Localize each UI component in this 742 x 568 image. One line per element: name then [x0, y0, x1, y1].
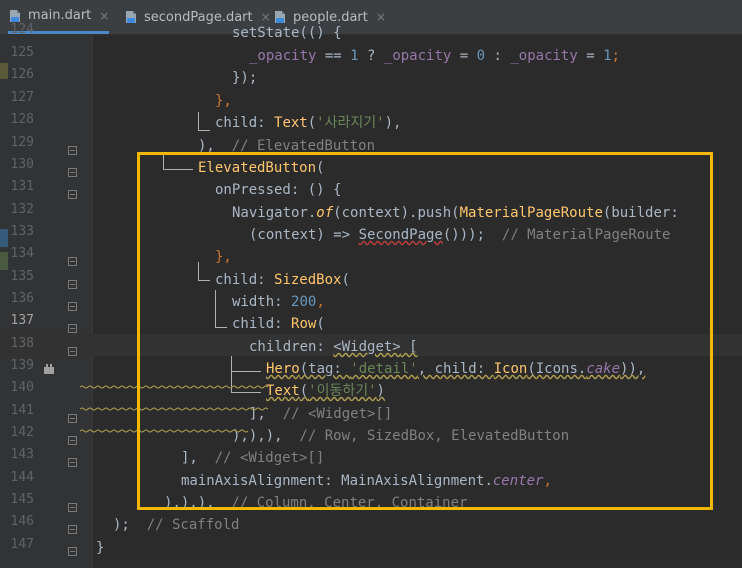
left-tool-strip: [0, 35, 8, 568]
line-number: 126: [10, 67, 34, 82]
line-number: 132: [10, 202, 34, 217]
code-line-147[interactable]: }: [96, 537, 104, 559]
code-line-127[interactable]: },: [215, 90, 232, 112]
indent-guide: [198, 130, 210, 131]
fold-marker-icon[interactable]: [68, 296, 77, 311]
line-number: 127: [10, 90, 34, 105]
strip-marker: [0, 63, 8, 79]
gutter-separator: [92, 35, 93, 568]
strip-marker: [0, 252, 8, 270]
code-line-146[interactable]: ); // Scaffold: [113, 514, 239, 536]
strip-marker: [0, 229, 8, 247]
close-icon[interactable]: ×: [99, 9, 109, 23]
line-number: 135: [10, 269, 34, 284]
editor-tab-bar: main.dart × secondPage.dart × people.dar…: [0, 0, 742, 35]
fold-marker-icon[interactable]: [68, 162, 77, 177]
fold-marker-icon[interactable]: [68, 519, 77, 534]
line-number: 128: [10, 112, 34, 127]
line-number: 139: [10, 358, 34, 373]
line-number: 133: [10, 224, 34, 239]
line-number: 145: [10, 492, 34, 507]
fold-marker-icon[interactable]: [68, 452, 77, 467]
dart-file-icon: [124, 10, 138, 24]
line-number: 147: [10, 537, 34, 552]
line-number: 140: [10, 380, 34, 395]
line-number: 146: [10, 514, 34, 529]
line-number: 141: [10, 403, 34, 418]
line-number: 130: [10, 157, 34, 172]
highlight-annotation-box: [137, 152, 713, 510]
close-icon[interactable]: ×: [376, 10, 386, 24]
line-number-current: 137: [10, 313, 34, 328]
code-line-126[interactable]: });: [232, 67, 257, 89]
line-number: 131: [10, 179, 34, 194]
line-number: 129: [10, 135, 34, 150]
code-line-128[interactable]: child: Text('사라지기'),: [215, 112, 401, 134]
line-number: 143: [10, 447, 34, 462]
line-number: 138: [10, 336, 34, 351]
fold-marker-icon[interactable]: [68, 497, 77, 512]
indent-guide: [198, 112, 199, 130]
line-number: 136: [10, 291, 34, 306]
fold-marker-icon[interactable]: [68, 274, 77, 289]
fold-marker-icon[interactable]: [68, 140, 77, 155]
line-number: 124: [10, 22, 34, 37]
fold-marker-icon[interactable]: [68, 408, 77, 423]
line-number: 144: [10, 470, 34, 485]
dart-file-icon: [8, 9, 22, 23]
code-line-124[interactable]: setState(() {: [232, 22, 342, 44]
fold-marker-icon[interactable]: [68, 318, 77, 333]
fold-marker-icon[interactable]: [68, 341, 77, 356]
line-number: 125: [10, 45, 34, 60]
tab-label: main.dart: [28, 8, 92, 23]
line-number: 134: [10, 246, 34, 261]
fold-marker-icon[interactable]: [68, 430, 77, 445]
line-number: 142: [10, 425, 34, 440]
fold-marker-icon[interactable]: [68, 541, 77, 556]
fold-marker-icon[interactable]: [68, 184, 77, 199]
fold-marker-icon[interactable]: [68, 251, 77, 266]
code-line-125[interactable]: _opacity == 1 ? _opacity = 0 : _opacity …: [249, 45, 620, 67]
widget-preview-icon[interactable]: [42, 360, 56, 374]
